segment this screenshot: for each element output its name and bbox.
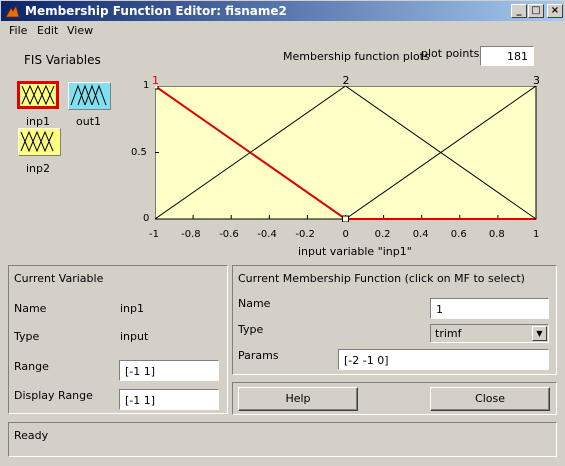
fis-variables-title: FIS Variables xyxy=(24,53,101,67)
plot-background xyxy=(155,86,537,220)
x-tick-label: 0.4 xyxy=(412,229,429,240)
x-tick-label: -0.8 xyxy=(181,229,201,240)
y-tick-label: 0.5 xyxy=(131,146,147,158)
x-axis-label: input variable "inp1" xyxy=(298,245,412,258)
status-bar xyxy=(8,422,557,457)
mf-params-label: Params xyxy=(238,349,279,362)
variable-type-value: input xyxy=(120,330,149,343)
x-tick-label: 0.8 xyxy=(488,229,505,240)
maximize-button[interactable]: □ xyxy=(528,4,544,18)
matlab-icon xyxy=(5,4,20,18)
plot-points-input[interactable]: 181 xyxy=(480,46,534,66)
y-tick-label: 0 xyxy=(143,213,150,224)
output-variable-out1[interactable] xyxy=(68,82,111,110)
x-tick-label: -0.4 xyxy=(257,229,277,240)
menu-edit[interactable]: Edit xyxy=(37,24,58,37)
mf-type-value: trimf xyxy=(435,327,462,340)
close-window-button[interactable]: × xyxy=(547,4,563,18)
x-tick-label: 0.6 xyxy=(450,229,467,240)
mf-params-input[interactable]: [-2 -1 0] xyxy=(338,349,549,370)
output-variable-label: out1 xyxy=(76,115,102,128)
x-tick-label: 1 xyxy=(533,229,540,240)
chevron-down-icon[interactable]: ▼ xyxy=(532,326,547,341)
x-tick-label: -0.6 xyxy=(219,229,239,240)
variable-name-value: inp1 xyxy=(120,302,145,315)
mf-name-label: Name xyxy=(238,297,271,310)
current-mf-title: Current Membership Function (click on MF… xyxy=(238,272,525,285)
input-variable-label: inp1 xyxy=(26,115,51,128)
x-tick-label: -1 xyxy=(149,229,159,240)
variable-type-label: Type xyxy=(14,330,40,343)
y-tick-label: 1 xyxy=(143,80,150,91)
range-label: Range xyxy=(14,360,49,373)
x-tick-label: -0.2 xyxy=(295,229,315,240)
title-bar[interactable]: Membership Function Editor: fisname2 _ □… xyxy=(0,0,565,22)
mf-thumbnail-icon xyxy=(70,84,107,106)
mf-name-input[interactable]: 1 xyxy=(430,298,549,319)
input-variable-inp2[interactable] xyxy=(18,128,61,156)
window-title: Membership Function Editor: fisname2 xyxy=(25,4,287,18)
mf-thumbnail-icon xyxy=(21,84,55,106)
status-text: Ready xyxy=(14,429,49,442)
mf-label-1[interactable]: 1 xyxy=(152,74,159,87)
help-button[interactable]: Help xyxy=(238,387,358,411)
mf-type-label: Type xyxy=(238,323,264,336)
x-tick-label: 0 xyxy=(342,229,349,240)
current-variable-title: Current Variable xyxy=(14,272,104,285)
mf-label-3[interactable]: 3 xyxy=(533,74,540,87)
x-tick-label: 0.2 xyxy=(374,229,391,240)
mf-type-select[interactable]: trimf ▼ xyxy=(430,324,549,343)
variable-name-label: Name xyxy=(14,302,47,315)
mf-thumbnail-icon xyxy=(20,130,54,153)
plot-title: Membership function plots xyxy=(283,50,430,63)
close-button[interactable]: Close xyxy=(430,387,550,411)
display-range-label: Display Range xyxy=(14,389,93,402)
minimize-button[interactable]: _ xyxy=(511,4,527,18)
display-range-input[interactable]: [-1 1] xyxy=(119,389,219,410)
range-input[interactable]: [-1 1] xyxy=(119,360,219,381)
input-variable-inp1[interactable] xyxy=(17,81,59,109)
menu-file[interactable]: File xyxy=(9,24,27,37)
mf-label-2[interactable]: 2 xyxy=(343,74,350,87)
menu-view[interactable]: View xyxy=(67,24,93,37)
membership-function-plot[interactable] xyxy=(155,86,539,222)
plot-points-label: plot points: xyxy=(421,47,484,60)
mf-vertex-handle[interactable] xyxy=(342,215,349,222)
input-variable-label: inp2 xyxy=(26,162,51,175)
menu-bar: File Edit View xyxy=(0,22,565,40)
